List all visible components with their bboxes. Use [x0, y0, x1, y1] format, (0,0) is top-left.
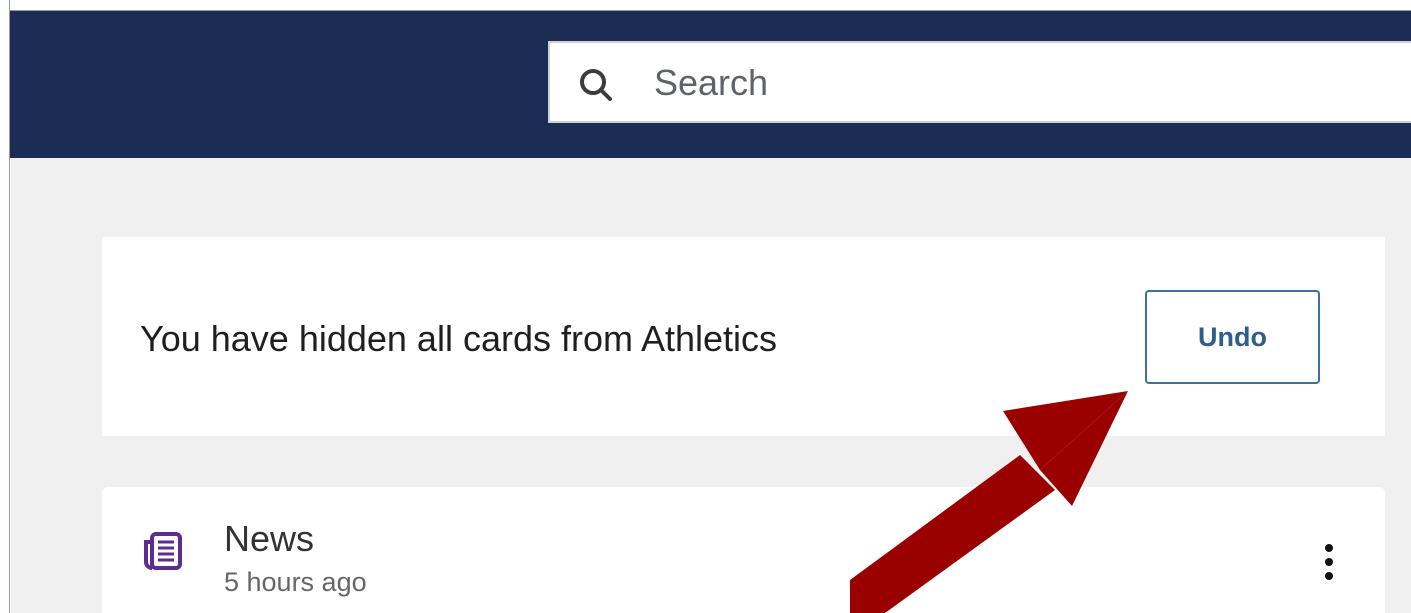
window-top-edge	[0, 0, 1411, 11]
newspaper-icon	[144, 532, 182, 570]
search-input[interactable]	[654, 57, 1354, 109]
hidden-cards-message: You have hidden all cards from Athletics	[140, 318, 778, 359]
news-card-timestamp: 5 hours ago	[224, 567, 367, 597]
search-icon[interactable]	[576, 65, 616, 105]
window-left-edge	[0, 0, 10, 613]
news-card-title: News	[224, 518, 315, 559]
undo-button[interactable]: Undo	[1145, 290, 1320, 384]
more-vert-icon[interactable]	[1316, 538, 1342, 588]
app-window: You have hidden all cards from Athletics…	[0, 0, 1411, 613]
search-bar[interactable]	[548, 41, 1411, 123]
